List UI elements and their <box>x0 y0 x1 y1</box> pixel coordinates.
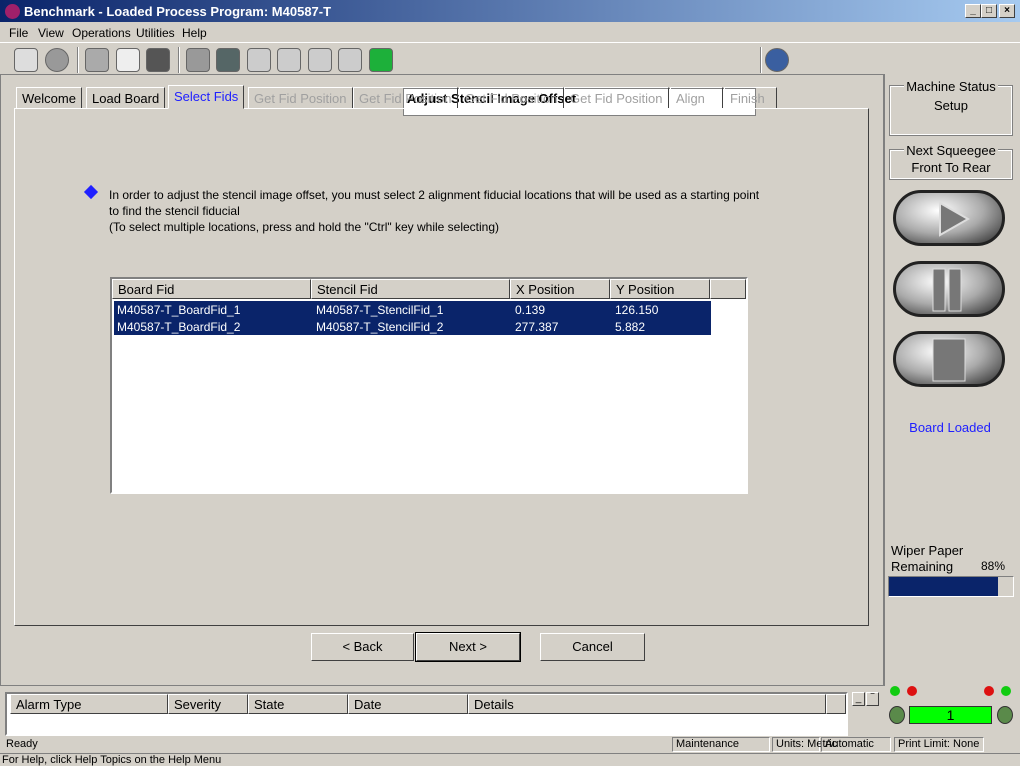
board-state: Board Loaded <box>909 420 991 435</box>
instruction-text: In order to adjust the stencil image off… <box>109 188 760 218</box>
help-line: For Help, click Help Topics on the Help … <box>0 753 1020 766</box>
column-date[interactable]: Date <box>348 694 468 714</box>
close-button[interactable]: × <box>999 4 1015 18</box>
tab-get-fid-position-4: Get Fid Position <box>564 87 669 109</box>
status-bar: Ready Maintenance Units: Metric Automati… <box>0 736 1020 753</box>
wiper-percent: 88% <box>981 559 1006 573</box>
column-x-position[interactable]: X Position <box>510 279 610 299</box>
tab-get-fid-position-1: Get Fid Position <box>248 87 353 109</box>
instructions: In order to adjust the stencil image off… <box>109 187 769 235</box>
column-y-position[interactable]: Y Position <box>610 279 710 299</box>
table-row[interactable]: M40587-T_BoardFid_1 M40587-T_StencilFid_… <box>114 301 711 318</box>
machine-status-value: Setup <box>934 98 968 113</box>
back-arrow-icon[interactable] <box>45 48 69 72</box>
indicator-right-icon <box>997 706 1013 724</box>
fid-table[interactable]: Board Fid Stencil Fid X Position Y Posit… <box>110 277 748 494</box>
wiper-progress-bar <box>888 576 1014 597</box>
next-button[interactable]: Next > <box>415 632 521 662</box>
tab-get-fid-position-3: Get Fid Position <box>459 87 564 109</box>
run-button[interactable] <box>893 190 1005 246</box>
column-details[interactable]: Details <box>468 694 826 714</box>
tab-load-board[interactable]: Load Board <box>86 87 166 109</box>
status-maintenance: Maintenance <box>672 737 770 752</box>
machine-status-group: Machine Status Setup <box>889 79 1013 136</box>
tab-finish: Finish <box>724 87 777 109</box>
transfer-icon[interactable] <box>186 48 210 72</box>
back-button[interactable]: < Back <box>311 633 414 661</box>
cancel-button[interactable]: Cancel <box>540 633 645 661</box>
help-hint: For Help, click Help Topics on the Help … <box>2 754 222 766</box>
wiper-label: Wiper Paper Remaining <box>891 543 964 574</box>
column-state[interactable]: State <box>248 694 348 714</box>
led-green-icon <box>1001 686 1011 696</box>
status-print-limit: Print Limit: None <box>894 737 984 752</box>
vertical-move-icon[interactable] <box>308 48 332 72</box>
stop-button[interactable] <box>893 331 1005 387</box>
notepad-icon[interactable] <box>116 48 140 72</box>
menu-bar: File View Operations Utilities Help <box>0 22 1020 42</box>
stop-icon <box>932 338 966 382</box>
counter-display: 1 <box>909 706 992 724</box>
led-red-icon <box>907 686 917 696</box>
camera-icon[interactable] <box>216 48 240 72</box>
toolbar: Adjust Stencil Image Offset <box>0 42 1020 116</box>
open-folder-icon[interactable] <box>85 48 109 72</box>
tab-align: Align <box>670 87 723 109</box>
menu-file[interactable]: File <box>9 26 28 40</box>
app-logo-icon <box>5 4 20 19</box>
alarm-minimize-button[interactable]: _ <box>852 692 865 706</box>
led-red-icon <box>984 686 994 696</box>
raise-table-icon[interactable] <box>247 48 271 72</box>
led-green-icon <box>890 686 900 696</box>
lightbulb-icon[interactable] <box>796 48 820 72</box>
column-board-fid[interactable]: Board Fid <box>112 279 311 299</box>
monitor-icon[interactable] <box>14 48 38 72</box>
menu-help[interactable]: Help <box>182 26 207 40</box>
status-units: Units: Metric <box>772 737 837 752</box>
window-title: Benchmark - Loaded Process Program: M405… <box>24 4 332 19</box>
menu-operations[interactable]: Operations <box>72 26 131 40</box>
lock-icon[interactable] <box>369 48 393 72</box>
tab-welcome[interactable]: Welcome <box>16 87 82 109</box>
expand-icon[interactable] <box>338 48 362 72</box>
column-alarm-type[interactable]: Alarm Type <box>10 694 168 714</box>
pause-button[interactable] <box>893 261 1005 317</box>
alarm-table[interactable]: Alarm Type Severity State Date Details <box>5 692 848 736</box>
menu-utilities[interactable]: Utilities <box>136 26 175 40</box>
indicator-left-icon <box>889 706 905 724</box>
alarm-restore-button[interactable]: ‾ <box>866 692 879 706</box>
help-icon[interactable] <box>765 48 789 72</box>
column-stencil-fid[interactable]: Stencil Fid <box>311 279 510 299</box>
tab-select-fids[interactable]: Select Fids <box>168 85 245 109</box>
play-icon <box>939 201 971 237</box>
menu-view[interactable]: View <box>38 26 64 40</box>
maximize-button[interactable]: □ <box>981 4 997 18</box>
lower-table-icon[interactable] <box>277 48 301 72</box>
status-mode: Automatic <box>821 737 891 752</box>
table-row[interactable]: M40587-T_BoardFid_2 M40587-T_StencilFid_… <box>114 318 711 335</box>
save-disk-icon[interactable] <box>146 48 170 72</box>
column-severity[interactable]: Severity <box>168 694 248 714</box>
tab-get-fid-position-2: Get Fid Position <box>353 87 458 109</box>
title-bar: Benchmark - Loaded Process Program: M405… <box>0 0 1020 22</box>
instruction-hint: (To select multiple locations, press and… <box>109 220 500 234</box>
status-ready: Ready <box>6 738 38 750</box>
wiper-progress-fill <box>889 577 999 596</box>
minimize-button[interactable]: _ <box>965 4 981 18</box>
pause-icon <box>932 268 962 312</box>
next-squeegee-group: Next Squeegee Front To Rear <box>889 143 1013 180</box>
next-squeegee-value: Front To Rear <box>911 160 991 175</box>
